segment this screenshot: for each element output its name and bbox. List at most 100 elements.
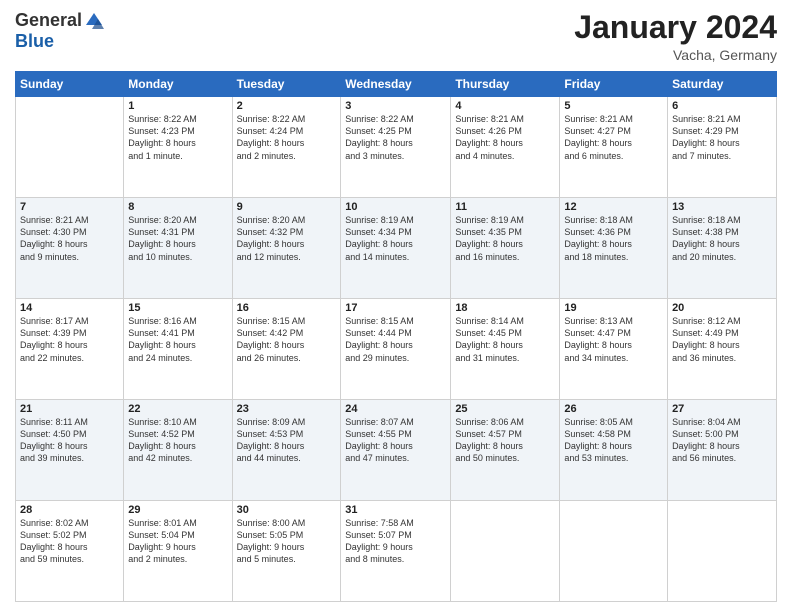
title-block: January 2024 Vacha, Germany [574,10,777,63]
calendar-day-cell: 30Sunrise: 8:00 AMSunset: 5:05 PMDayligh… [232,501,341,602]
calendar-day-cell: 8Sunrise: 8:20 AMSunset: 4:31 PMDaylight… [124,198,232,299]
day-number: 9 [237,201,337,213]
calendar-day-cell: 26Sunrise: 8:05 AMSunset: 4:58 PMDayligh… [560,400,668,501]
calendar-day-cell: 5Sunrise: 8:21 AMSunset: 4:27 PMDaylight… [560,97,668,198]
header-sunday: Sunday [16,72,124,97]
day-info: Sunrise: 8:11 AMSunset: 4:50 PMDaylight:… [20,416,119,465]
calendar-header-row: Sunday Monday Tuesday Wednesday Thursday… [16,72,777,97]
day-info: Sunrise: 8:18 AMSunset: 4:38 PMDaylight:… [672,214,772,263]
day-info: Sunrise: 8:20 AMSunset: 4:31 PMDaylight:… [128,214,227,263]
day-info: Sunrise: 8:05 AMSunset: 4:58 PMDaylight:… [564,416,663,465]
calendar-day-cell: 4Sunrise: 8:21 AMSunset: 4:26 PMDaylight… [451,97,560,198]
day-info: Sunrise: 8:12 AMSunset: 4:49 PMDaylight:… [672,315,772,364]
calendar-day-cell: 11Sunrise: 8:19 AMSunset: 4:35 PMDayligh… [451,198,560,299]
logo-blue-text: Blue [15,31,54,52]
header-saturday: Saturday [668,72,777,97]
day-number: 7 [20,201,119,213]
day-info: Sunrise: 8:07 AMSunset: 4:55 PMDaylight:… [345,416,446,465]
logo-icon [84,11,104,31]
calendar-day-cell: 6Sunrise: 8:21 AMSunset: 4:29 PMDaylight… [668,97,777,198]
calendar-day-cell [560,501,668,602]
calendar-week-row: 28Sunrise: 8:02 AMSunset: 5:02 PMDayligh… [16,501,777,602]
day-info: Sunrise: 8:16 AMSunset: 4:41 PMDaylight:… [128,315,227,364]
day-info: Sunrise: 8:14 AMSunset: 4:45 PMDaylight:… [455,315,555,364]
calendar-week-row: 14Sunrise: 8:17 AMSunset: 4:39 PMDayligh… [16,299,777,400]
calendar-day-cell: 15Sunrise: 8:16 AMSunset: 4:41 PMDayligh… [124,299,232,400]
day-info: Sunrise: 8:02 AMSunset: 5:02 PMDaylight:… [20,517,119,566]
logo-general-text: General [15,10,82,31]
page-container: General Blue January 2024 Vacha, Germany… [0,0,792,612]
day-info: Sunrise: 8:17 AMSunset: 4:39 PMDaylight:… [20,315,119,364]
month-title: January 2024 [574,10,777,45]
day-number: 25 [455,403,555,415]
day-number: 28 [20,504,119,516]
day-number: 16 [237,302,337,314]
day-number: 3 [345,100,446,112]
calendar-day-cell: 3Sunrise: 8:22 AMSunset: 4:25 PMDaylight… [341,97,451,198]
day-number: 27 [672,403,772,415]
calendar-day-cell: 24Sunrise: 8:07 AMSunset: 4:55 PMDayligh… [341,400,451,501]
day-number: 5 [564,100,663,112]
day-info: Sunrise: 8:21 AMSunset: 4:30 PMDaylight:… [20,214,119,263]
day-number: 18 [455,302,555,314]
day-info: Sunrise: 8:04 AMSunset: 5:00 PMDaylight:… [672,416,772,465]
header-tuesday: Tuesday [232,72,341,97]
day-info: Sunrise: 8:21 AMSunset: 4:26 PMDaylight:… [455,113,555,162]
day-info: Sunrise: 8:21 AMSunset: 4:29 PMDaylight:… [672,113,772,162]
day-number: 21 [20,403,119,415]
day-info: Sunrise: 8:20 AMSunset: 4:32 PMDaylight:… [237,214,337,263]
day-info: Sunrise: 8:19 AMSunset: 4:34 PMDaylight:… [345,214,446,263]
calendar-day-cell: 1Sunrise: 8:22 AMSunset: 4:23 PMDaylight… [124,97,232,198]
calendar-table: Sunday Monday Tuesday Wednesday Thursday… [15,71,777,602]
day-number: 2 [237,100,337,112]
day-info: Sunrise: 8:15 AMSunset: 4:42 PMDaylight:… [237,315,337,364]
day-number: 13 [672,201,772,213]
day-info: Sunrise: 8:15 AMSunset: 4:44 PMDaylight:… [345,315,446,364]
day-number: 29 [128,504,227,516]
header-friday: Friday [560,72,668,97]
calendar-day-cell [668,501,777,602]
day-number: 23 [237,403,337,415]
day-number: 24 [345,403,446,415]
calendar-day-cell [16,97,124,198]
day-number: 10 [345,201,446,213]
day-number: 26 [564,403,663,415]
header-monday: Monday [124,72,232,97]
day-info: Sunrise: 8:01 AMSunset: 5:04 PMDaylight:… [128,517,227,566]
calendar-week-row: 1Sunrise: 8:22 AMSunset: 4:23 PMDaylight… [16,97,777,198]
day-info: Sunrise: 8:09 AMSunset: 4:53 PMDaylight:… [237,416,337,465]
day-info: Sunrise: 8:00 AMSunset: 5:05 PMDaylight:… [237,517,337,566]
calendar-day-cell: 22Sunrise: 8:10 AMSunset: 4:52 PMDayligh… [124,400,232,501]
day-info: Sunrise: 8:22 AMSunset: 4:24 PMDaylight:… [237,113,337,162]
calendar-day-cell [451,501,560,602]
header-thursday: Thursday [451,72,560,97]
day-info: Sunrise: 7:58 AMSunset: 5:07 PMDaylight:… [345,517,446,566]
day-info: Sunrise: 8:18 AMSunset: 4:36 PMDaylight:… [564,214,663,263]
day-info: Sunrise: 8:06 AMSunset: 4:57 PMDaylight:… [455,416,555,465]
day-number: 11 [455,201,555,213]
day-info: Sunrise: 8:10 AMSunset: 4:52 PMDaylight:… [128,416,227,465]
day-number: 1 [128,100,227,112]
calendar-day-cell: 2Sunrise: 8:22 AMSunset: 4:24 PMDaylight… [232,97,341,198]
calendar-week-row: 7Sunrise: 8:21 AMSunset: 4:30 PMDaylight… [16,198,777,299]
calendar-day-cell: 19Sunrise: 8:13 AMSunset: 4:47 PMDayligh… [560,299,668,400]
calendar-day-cell: 12Sunrise: 8:18 AMSunset: 4:36 PMDayligh… [560,198,668,299]
day-info: Sunrise: 8:22 AMSunset: 4:25 PMDaylight:… [345,113,446,162]
day-number: 20 [672,302,772,314]
calendar-week-row: 21Sunrise: 8:11 AMSunset: 4:50 PMDayligh… [16,400,777,501]
logo: General Blue [15,10,104,52]
calendar-day-cell: 20Sunrise: 8:12 AMSunset: 4:49 PMDayligh… [668,299,777,400]
calendar-day-cell: 7Sunrise: 8:21 AMSunset: 4:30 PMDaylight… [16,198,124,299]
calendar-day-cell: 9Sunrise: 8:20 AMSunset: 4:32 PMDaylight… [232,198,341,299]
calendar-day-cell: 13Sunrise: 8:18 AMSunset: 4:38 PMDayligh… [668,198,777,299]
day-number: 17 [345,302,446,314]
calendar-day-cell: 10Sunrise: 8:19 AMSunset: 4:34 PMDayligh… [341,198,451,299]
day-info: Sunrise: 8:19 AMSunset: 4:35 PMDaylight:… [455,214,555,263]
day-info: Sunrise: 8:22 AMSunset: 4:23 PMDaylight:… [128,113,227,162]
calendar-day-cell: 18Sunrise: 8:14 AMSunset: 4:45 PMDayligh… [451,299,560,400]
calendar-day-cell: 31Sunrise: 7:58 AMSunset: 5:07 PMDayligh… [341,501,451,602]
calendar-day-cell: 29Sunrise: 8:01 AMSunset: 5:04 PMDayligh… [124,501,232,602]
header: General Blue January 2024 Vacha, Germany [15,10,777,63]
calendar-day-cell: 17Sunrise: 8:15 AMSunset: 4:44 PMDayligh… [341,299,451,400]
day-number: 12 [564,201,663,213]
